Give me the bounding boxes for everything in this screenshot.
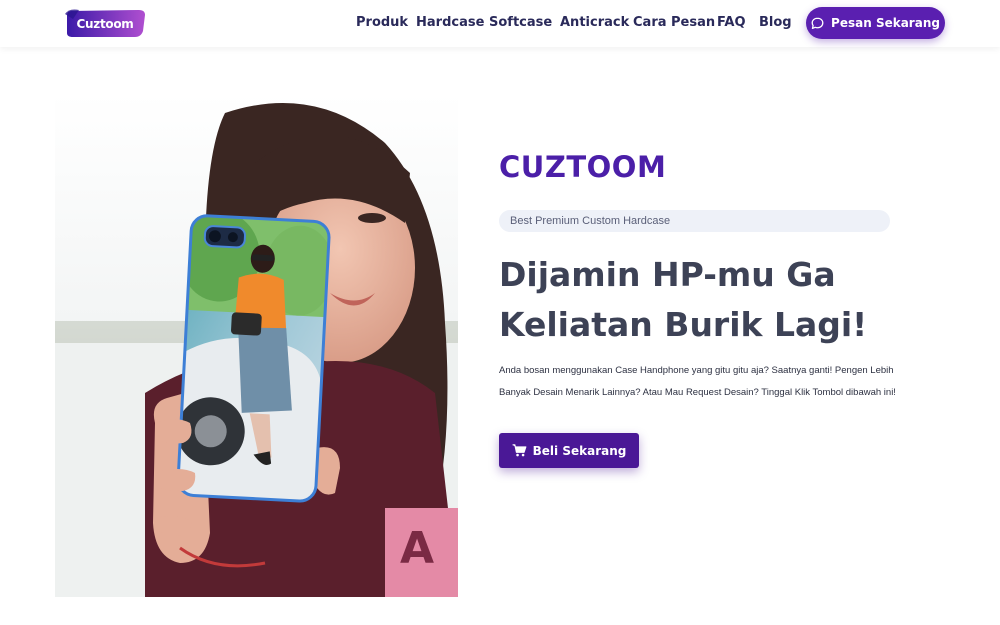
woman-holding-phone-case-image: A bbox=[55, 93, 458, 597]
nav-item-anticrack[interactable]: Anticrack bbox=[560, 15, 629, 30]
nav-item-blog[interactable]: Blog bbox=[759, 15, 792, 30]
logo-text: Cuztoom bbox=[76, 16, 134, 31]
pesan-sekarang-button[interactable]: Pesan Sekarang bbox=[806, 7, 945, 39]
chat-bubble-icon bbox=[811, 17, 824, 29]
nav-item-cara-pesan[interactable]: Cara Pesan bbox=[633, 15, 715, 30]
tagline-badge: Best Premium Custom Hardcase bbox=[499, 210, 890, 232]
beli-sekarang-label: Beli Sekarang bbox=[532, 443, 627, 458]
pesan-sekarang-label: Pesan Sekarang bbox=[831, 16, 940, 30]
site-header: Cuztoom Produk Hardcase Softcase Anticra… bbox=[0, 0, 1000, 47]
beli-sekarang-button[interactable]: Beli Sekarang bbox=[499, 433, 639, 468]
hero-photo: A bbox=[55, 93, 458, 597]
headline-line-2: Keliatan Burik Lagi! bbox=[499, 305, 868, 344]
hero-headline: Dijamin HP-mu Ga Keliatan Burik Lagi! bbox=[499, 250, 939, 350]
headline-line-1: Dijamin HP-mu Ga bbox=[499, 255, 836, 294]
cart-icon bbox=[512, 444, 527, 457]
logo[interactable]: Cuztoom bbox=[65, 9, 145, 38]
nav-item-softcase[interactable]: Softcase bbox=[489, 15, 552, 30]
svg-text:A: A bbox=[400, 523, 434, 574]
hero-description: Anda bosan menggunakan Case Handphone ya… bbox=[499, 365, 896, 398]
brand-title: CUZTOOM bbox=[499, 150, 667, 184]
nav-item-hardcase[interactable]: Hardcase bbox=[416, 15, 484, 30]
nav-item-faq[interactable]: FAQ bbox=[717, 15, 746, 30]
nav-item-produk[interactable]: Produk bbox=[356, 15, 408, 30]
